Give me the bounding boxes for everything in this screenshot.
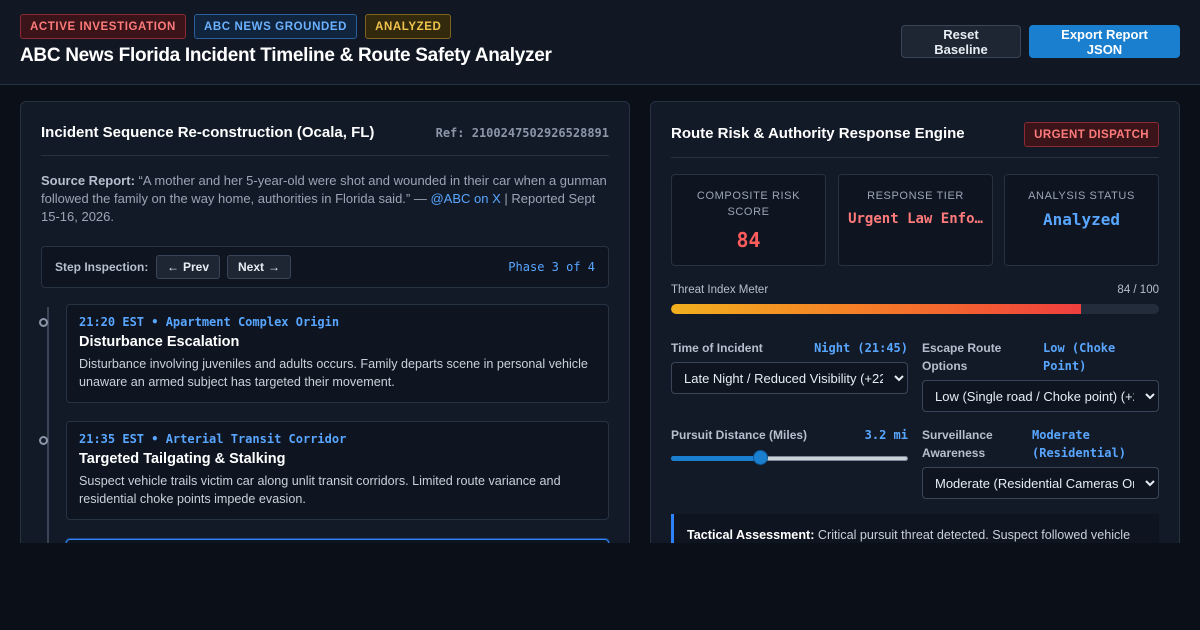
escape-route-select[interactable]: Low (Single road / Choke point) (+2 <box>922 380 1159 412</box>
threat-meter-label: Threat Index Meter <box>671 284 769 296</box>
pursuit-distance-slider[interactable] <box>671 450 908 466</box>
source-report: Source Report: “A mother and her 5-year-… <box>41 172 613 226</box>
pursuit-distance-control: Pursuit Distance (Miles) 3.2 mi <box>671 426 908 444</box>
stat-label: RESPONSE TIER <box>867 190 964 202</box>
urgent-dispatch-badge: URGENT DISPATCH <box>1024 122 1159 147</box>
surveillance-control: Surveillance Awareness Moderate (Residen… <box>922 426 1159 499</box>
event-description: Disturbance involving juveniles and adul… <box>79 357 588 389</box>
escape-route-control: Escape Route Options Low (Choke Point) L… <box>922 339 1159 412</box>
reset-baseline-button[interactable]: Reset Baseline <box>901 25 1021 58</box>
threat-meter-fill <box>671 304 1081 314</box>
analysis-status-value: Analyzed <box>1042 210 1121 229</box>
escape-route-label: Escape Route Options <box>922 341 1002 373</box>
divider <box>41 155 609 156</box>
analyzed-badge: ANALYZED <box>365 14 452 39</box>
slider-fill <box>671 456 761 461</box>
active-investigation-badge: ACTIVE INVESTIGATION <box>20 14 186 39</box>
timeline-panel-title: Incident Sequence Re-construction (Ocala… <box>41 124 375 141</box>
risk-panel-title: Route Risk & Authority Response Engine <box>671 125 965 142</box>
composite-risk-score-card: COMPOSITE RISK SCORE 84 <box>671 174 826 266</box>
prev-label: Prev <box>183 260 210 274</box>
status-badges: ACTIVE INVESTIGATION ABC NEWS GROUNDED A… <box>20 14 452 39</box>
surveillance-label: Surveillance Awareness <box>922 428 993 460</box>
surveillance-value: Moderate (Residential) <box>1032 428 1126 460</box>
export-report-button[interactable]: Export Report JSON <box>1029 25 1180 58</box>
route-risk-panel: Route Risk & Authority Response Engine U… <box>650 101 1180 561</box>
response-tier-card: RESPONSE TIER Urgent Law Enfo… <box>838 174 993 266</box>
timeline-event-card[interactable]: 21:20 EST • Apartment Complex Origin Dis… <box>66 304 609 403</box>
slider-thumb[interactable] <box>753 450 769 465</box>
reference-id: Ref: 2100247502926528891 <box>435 126 609 140</box>
event-title: Disturbance Escalation <box>79 334 240 350</box>
step-inspection-bar: Step Inspection: ← Prev Next → Phase 3 o… <box>41 246 609 288</box>
arrow-right-icon: → <box>268 260 281 274</box>
tactical-assessment-label: Tactical Assessment: <box>687 528 815 542</box>
escape-route-value: Low (Choke Point) <box>1043 341 1116 373</box>
response-tier-value: Urgent Law Enfo… <box>848 211 983 227</box>
app-header: ACTIVE INVESTIGATION ABC NEWS GROUNDED A… <box>0 0 1200 85</box>
timeline-line <box>47 307 49 560</box>
abc-news-grounded-badge: ABC NEWS GROUNDED <box>193 14 358 39</box>
threat-meter-value: 84 / 100 <box>1117 284 1159 296</box>
event-time: 21:35 EST • Arterial Transit Corridor <box>79 432 347 446</box>
next-step-button[interactable]: Next → <box>227 255 292 279</box>
incident-timeline-panel: Incident Sequence Re-construction (Ocala… <box>20 101 630 561</box>
timeline-dot <box>39 436 48 445</box>
tactical-assessment-text: Critical pursuit threat detected. Suspec… <box>814 528 1131 542</box>
event-description: Suspect vehicle trails victim car along … <box>79 474 561 506</box>
phase-indicator: Phase 3 of 4 <box>508 260 595 274</box>
event-title: Targeted Tailgating & Stalking <box>79 451 286 467</box>
analysis-status-card: ANALYSIS STATUS Analyzed <box>1004 174 1159 266</box>
divider <box>671 157 1159 158</box>
page-title: ABC News Florida Incident Timeline & Rou… <box>20 45 552 66</box>
source-link[interactable]: @ABC on X <box>430 191 500 206</box>
time-of-incident-value: Night (21:45) <box>814 341 908 355</box>
surveillance-select[interactable]: Moderate (Residential Cameras Or <box>922 467 1159 499</box>
stat-label: ANALYSIS STATUS <box>1028 190 1135 202</box>
time-of-incident-select[interactable]: Late Night / Reduced Visibility (+22) <box>671 362 908 394</box>
timeline-dot <box>39 318 48 327</box>
time-of-incident-control: Time of Incident Night (21:45) Late Nigh… <box>671 339 908 394</box>
next-label: Next <box>238 260 265 274</box>
step-inspection-label: Step Inspection: <box>55 260 149 274</box>
page-background <box>0 543 1200 630</box>
timeline-event-card[interactable]: 21:35 EST • Arterial Transit Corridor Ta… <box>66 421 609 520</box>
threat-meter-track <box>671 304 1159 314</box>
pursuit-distance-value: 3.2 mi <box>864 428 908 442</box>
composite-risk-score-value: 84 <box>736 228 761 252</box>
stat-label: COMPOSITE RISK SCORE <box>696 190 801 218</box>
event-time: 21:20 EST • Apartment Complex Origin <box>79 315 340 329</box>
source-report-label: Source Report: <box>41 173 135 188</box>
prev-step-button[interactable]: ← Prev <box>156 255 221 279</box>
arrow-left-icon: ← <box>167 260 179 274</box>
